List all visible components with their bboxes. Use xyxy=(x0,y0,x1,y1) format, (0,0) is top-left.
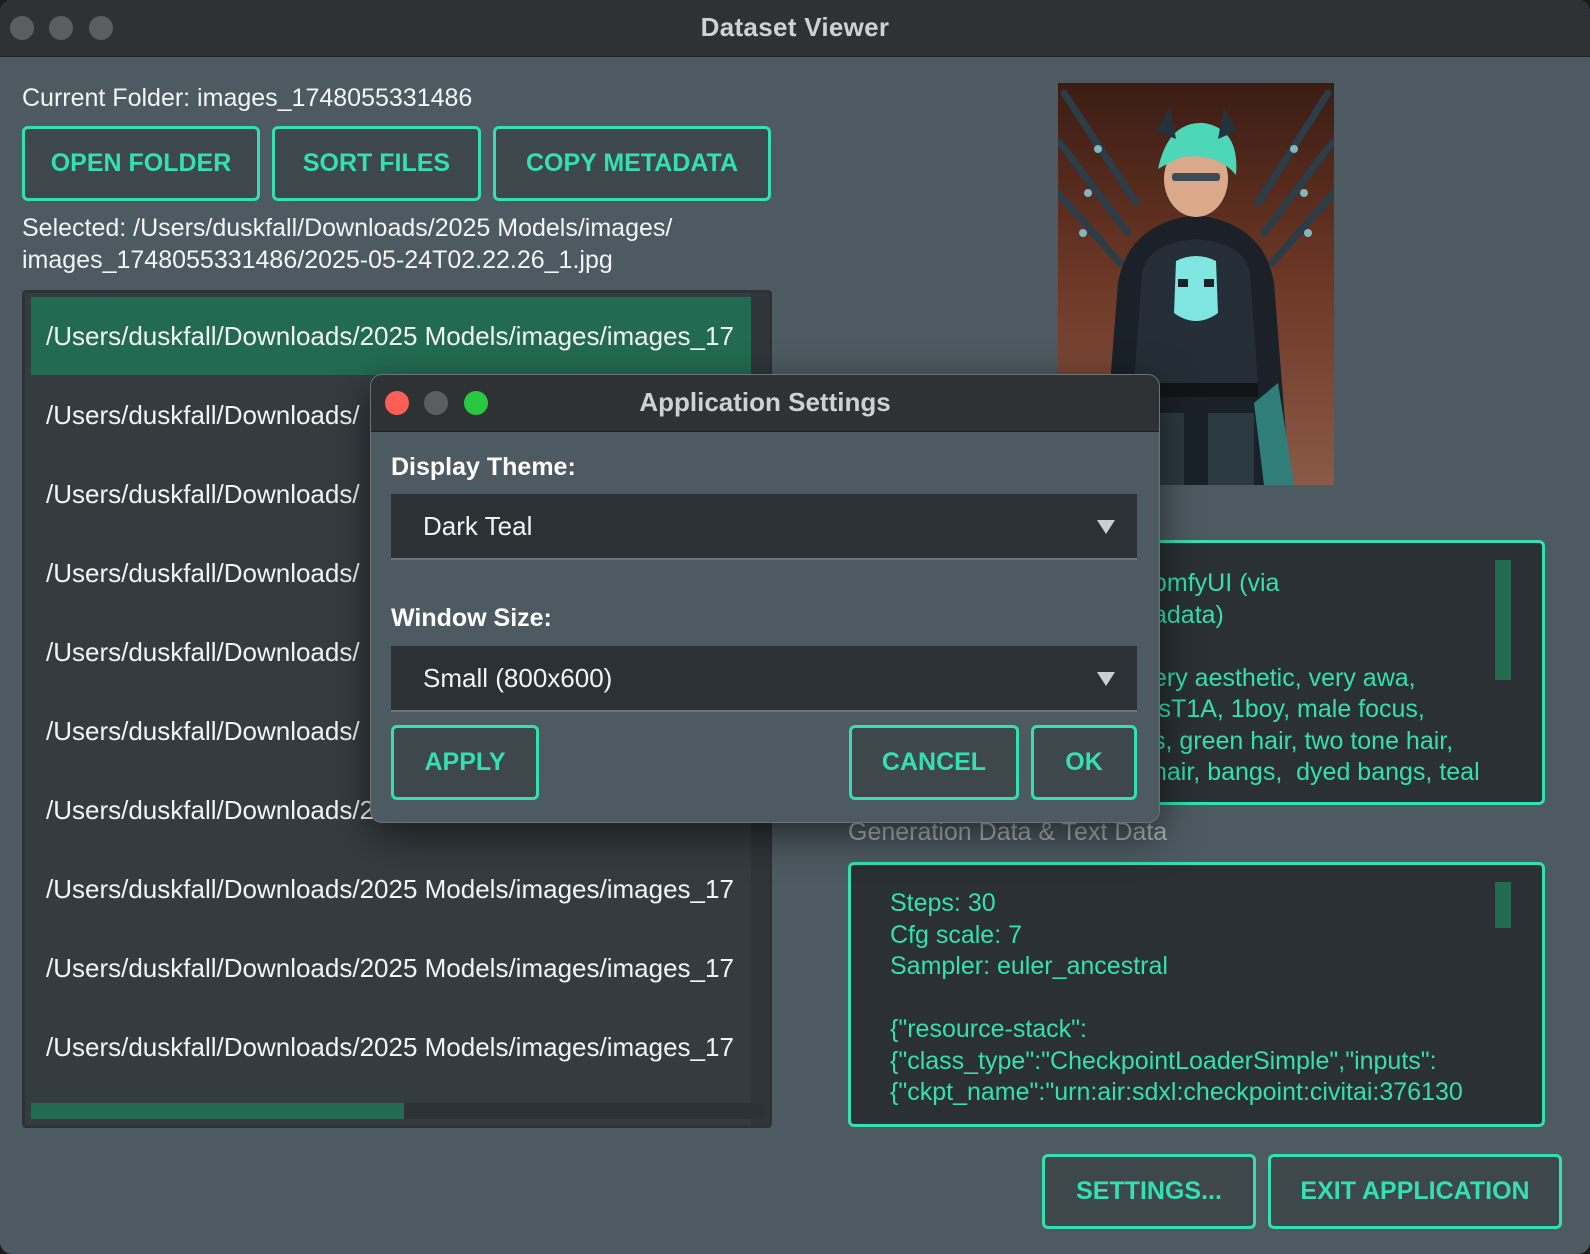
generation-line: Cfg scale: 7 xyxy=(890,920,1023,949)
file-list-item[interactable]: /Users/duskfall/Downloads/2025 Models/im… xyxy=(31,297,766,375)
prompt-line: isT1A, 1boy, male focus, xyxy=(1153,695,1425,723)
generation-text: Steps: 30 Cfg scale: 7 Sampler: euler_ance… xyxy=(890,888,1463,1109)
selected-path-line2: images_1748055331486/2025-05-24T02.22.26… xyxy=(22,246,613,274)
chevron-down-icon xyxy=(1097,672,1115,686)
generation-line: {"ckpt_name":"urn:air:sdxl:checkpoint:ci… xyxy=(890,1078,1463,1106)
window-titlebar: Dataset Viewer xyxy=(0,0,1590,57)
file-list-item[interactable]: /Users/duskfall/Downloads/2025 Models/im… xyxy=(31,850,766,928)
ok-button[interactable]: OK xyxy=(1031,725,1137,800)
horizontal-scroll-thumb[interactable] xyxy=(31,1103,404,1119)
prompt-text: omfyUI (via adata)​ery aesthetic, very aw… xyxy=(1153,568,1480,789)
prompt-line: ery aesthetic, very awa, xyxy=(1153,663,1416,692)
window-size-label: Window Size: xyxy=(391,604,552,632)
dialog-title: Application Settings xyxy=(639,387,891,417)
generation-data-box[interactable]: Steps: 30 Cfg scale: 7 Sampler: euler_ance… xyxy=(848,862,1545,1127)
generation-line: Sampler: euler_ancestral xyxy=(890,952,1168,980)
generation-line: Steps: 30 xyxy=(890,889,996,917)
prompt-line: s, green hair, two tone hair, xyxy=(1153,726,1454,755)
window-title: Dataset Viewer xyxy=(700,12,890,42)
copy-metadata-button[interactable]: COPY METADATA xyxy=(493,126,771,201)
current-folder-label: Current Folder: images_1748055331486 xyxy=(22,84,473,112)
file-list-horizontal-scrollbar[interactable] xyxy=(31,1103,766,1119)
generation-line: {"class_type":"CheckpointLoaderSimple","… xyxy=(890,1046,1437,1075)
display-theme-label: Display Theme: xyxy=(391,453,576,481)
apply-button[interactable]: APPLY xyxy=(391,725,539,800)
chevron-down-icon xyxy=(1097,520,1115,534)
generation-line: ​ xyxy=(890,983,1463,1015)
selected-path-line1: Selected: /Users/duskfall/Downloads/2025… xyxy=(22,214,673,242)
settings-button[interactable]: SETTINGS... xyxy=(1042,1154,1256,1229)
sort-files-button[interactable]: SORT FILES xyxy=(272,126,481,201)
generation-scrollbar[interactable] xyxy=(1495,882,1511,928)
prompt-line: ​ xyxy=(1153,631,1480,663)
prompt-line: hair, bangs, dyed bangs, teal xyxy=(1153,758,1480,786)
application-settings-dialog: Application Settings Display Theme: Dark… xyxy=(370,374,1160,823)
cancel-button[interactable]: CANCEL xyxy=(849,725,1019,800)
exit-application-button[interactable]: EXIT APPLICATION xyxy=(1268,1154,1562,1229)
display-theme-select[interactable]: Dark Teal xyxy=(391,494,1137,560)
window-size-select[interactable]: Small (800x600) xyxy=(391,646,1137,712)
prompt-metadata-box[interactable]: omfyUI (via adata)​ery aesthetic, very aw… xyxy=(1128,540,1545,805)
display-theme-value: Dark Teal xyxy=(423,511,533,541)
prompt-line: adata) xyxy=(1153,600,1224,629)
open-folder-button[interactable]: OPEN FOLDER xyxy=(22,126,260,201)
generation-line: {"resource-stack": xyxy=(890,1015,1087,1043)
window-size-value: Small (800x600) xyxy=(423,663,613,693)
file-list-item[interactable]: /Users/duskfall/Downloads/2025 Models/im… xyxy=(31,1008,766,1086)
prompt-line: omfyUI (via xyxy=(1153,569,1280,597)
dialog-titlebar: Application Settings xyxy=(371,375,1159,432)
prompt-scrollbar[interactable] xyxy=(1495,560,1511,680)
file-list-item[interactable]: /Users/duskfall/Downloads/2025 Models/im… xyxy=(31,929,766,1007)
